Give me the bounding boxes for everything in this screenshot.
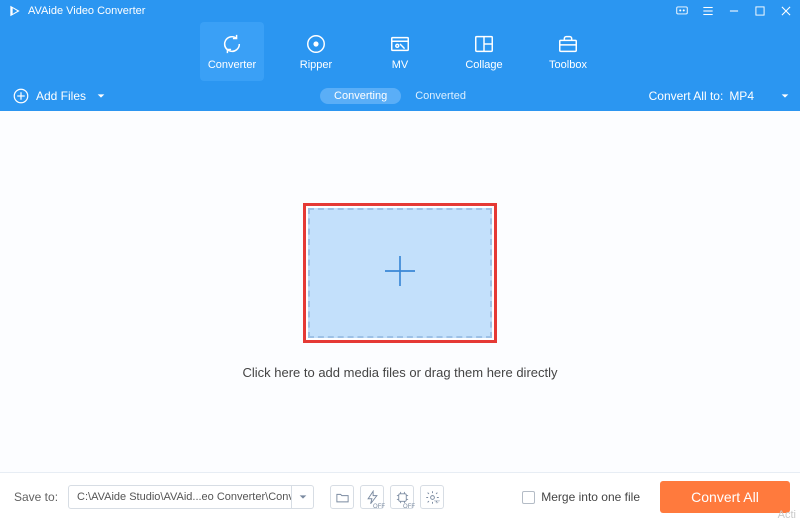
converter-icon: [221, 33, 243, 55]
nav-label: Ripper: [300, 59, 332, 71]
nav-ripper[interactable]: Ripper: [284, 22, 348, 81]
chevron-down-icon: [433, 498, 441, 506]
chevron-down-icon: [96, 91, 106, 101]
add-files-button[interactable]: Add Files: [12, 87, 106, 105]
nav-label: Toolbox: [549, 59, 587, 71]
lightning-icon: [365, 490, 380, 505]
hw-accel-button[interactable]: OFF: [390, 485, 414, 509]
minimize-icon[interactable]: [726, 3, 742, 19]
status-tabs: Converting Converted: [320, 88, 480, 104]
output-format-select[interactable]: MP4: [729, 89, 790, 103]
main-nav: Converter Ripper MV Collage Toolbox: [0, 22, 800, 81]
toolbar: Add Files Converting Converted Convert A…: [0, 81, 800, 111]
save-path-dropdown[interactable]: [292, 485, 314, 509]
close-icon[interactable]: [778, 3, 794, 19]
nav-mv[interactable]: MV: [368, 22, 432, 81]
mv-icon: [389, 33, 411, 55]
chevron-down-icon: [298, 492, 308, 502]
menu-icon[interactable]: [700, 3, 716, 19]
settings-button[interactable]: [420, 485, 444, 509]
feedback-icon[interactable]: [674, 3, 690, 19]
title-bar: AVAide Video Converter: [0, 0, 800, 22]
save-to-label: Save to:: [14, 490, 58, 504]
nav-label: Converter: [208, 59, 256, 71]
save-path-group: C:\AVAide Studio\AVAid...eo Converter\Co…: [68, 485, 314, 509]
merge-checkbox[interactable]: Merge into one file: [522, 490, 640, 504]
drop-zone[interactable]: [308, 208, 492, 338]
merge-label: Merge into one file: [541, 490, 640, 504]
ripper-icon: [305, 33, 327, 55]
convert-all-button[interactable]: Convert All: [660, 481, 790, 513]
checkbox-icon: [522, 491, 535, 504]
nav-toolbox[interactable]: Toolbox: [536, 22, 600, 81]
nav-collage[interactable]: Collage: [452, 22, 516, 81]
save-path-field[interactable]: C:\AVAide Studio\AVAid...eo Converter\Co…: [68, 485, 292, 509]
folder-icon: [335, 490, 350, 505]
chip-icon: [395, 490, 410, 505]
workspace: Click here to add media files or drag th…: [0, 111, 800, 473]
chevron-down-icon: [780, 91, 790, 101]
off-badge: OFF: [403, 504, 415, 510]
plus-icon: [380, 251, 420, 296]
add-files-label: Add Files: [36, 89, 86, 103]
lightning-button[interactable]: OFF: [360, 485, 384, 509]
drop-hint-text: Click here to add media files or drag th…: [242, 365, 557, 380]
nav-converter[interactable]: Converter: [200, 22, 264, 81]
plus-circle-icon: [12, 87, 30, 105]
selected-format: MP4: [729, 89, 754, 103]
toolbox-icon: [557, 33, 579, 55]
window-controls: [674, 3, 794, 19]
tab-converting[interactable]: Converting: [320, 88, 401, 104]
tab-converted[interactable]: Converted: [401, 88, 480, 104]
collage-icon: [473, 33, 495, 55]
open-folder-button[interactable]: [330, 485, 354, 509]
app-title: AVAide Video Converter: [28, 5, 674, 17]
bottom-bar: Save to: C:\AVAide Studio\AVAid...eo Con…: [0, 473, 800, 521]
app-logo-icon: [8, 4, 22, 18]
convert-all-to-label: Convert All to:: [649, 89, 724, 103]
nav-label: Collage: [465, 59, 502, 71]
drop-highlight-frame: [303, 203, 497, 343]
nav-label: MV: [392, 59, 409, 71]
off-badge: OFF: [373, 504, 385, 510]
maximize-icon[interactable]: [752, 3, 768, 19]
